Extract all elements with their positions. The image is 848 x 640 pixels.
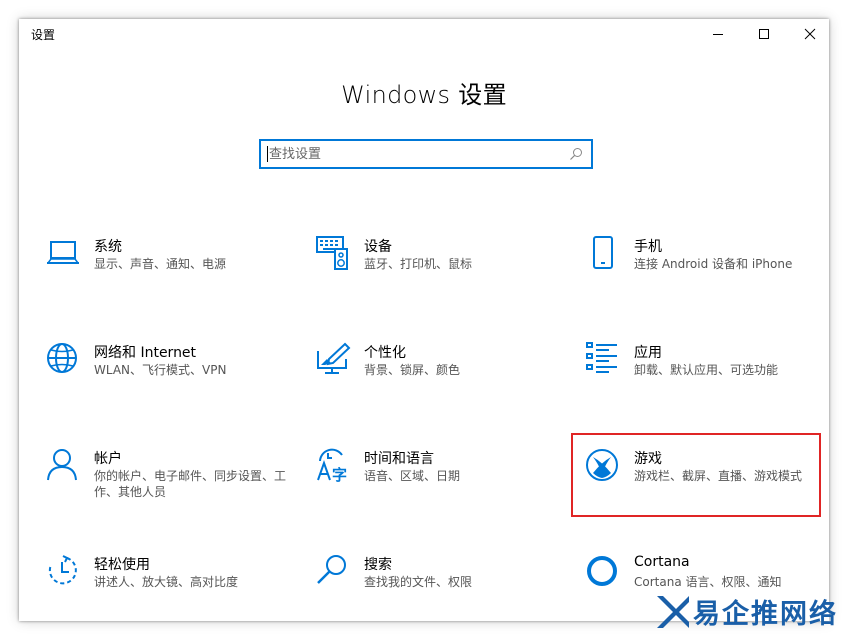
- maximize-button[interactable]: [741, 19, 787, 49]
- search-icon: [317, 555, 346, 584]
- title-bar: 设置: [19, 19, 829, 49]
- tile-title: 轻松使用: [94, 557, 150, 573]
- apps-list-icon: [586, 342, 617, 373]
- window-title: 设置: [31, 28, 56, 42]
- tile-search[interactable]: 搜索 查找我的文件、权限: [315, 553, 575, 621]
- tile-time-language[interactable]: 字 时间和语言 语音、区域、日期: [315, 447, 575, 527]
- person-icon: [47, 449, 77, 481]
- tile-title: 设备: [364, 239, 392, 255]
- tile-description: 连接 Android 设备和 iPhone: [634, 257, 793, 271]
- maximize-icon: [759, 29, 769, 39]
- tile-accounts[interactable]: 帐户 你的帐户、电子邮件、同步设置、工作、其他人员: [45, 447, 305, 527]
- highlight-box: [571, 433, 821, 517]
- tile-description: WLAN、飞行模式、VPN: [94, 363, 227, 377]
- search-input[interactable]: [269, 144, 559, 164]
- close-button[interactable]: [787, 19, 829, 49]
- tile-title: 应用: [634, 345, 662, 361]
- search-box[interactable]: [259, 139, 593, 169]
- tile-network[interactable]: 网络和 Internet WLAN、飞行模式、VPN: [45, 341, 305, 421]
- tile-devices[interactable]: 设备 蓝牙、打印机、鼠标: [315, 235, 575, 315]
- tile-description: 背景、锁屏、颜色: [364, 363, 461, 377]
- tile-apps[interactable]: 应用 卸载、默认应用、可选功能: [585, 341, 829, 421]
- globe-icon: [47, 343, 77, 373]
- tile-title: 帐户: [94, 451, 122, 467]
- text-caret: [267, 146, 268, 162]
- settings-window: 设置 Windows 设置 查找设置 系统 显示、声音、通知、电源 设备 蓝牙、…: [19, 19, 829, 621]
- tile-description: 讲述人、放大镜、高对比度: [94, 575, 239, 589]
- tile-system[interactable]: 系统 显示、声音、通知、电源: [45, 235, 305, 315]
- phone-icon: [593, 236, 613, 269]
- tile-phone[interactable]: 手机 连接 Android 设备和 iPhone: [585, 235, 829, 315]
- tile-title: 个性化: [364, 345, 406, 361]
- watermark: 易企推网络: [655, 590, 845, 636]
- tile-description: 显示、声音、通知、电源: [94, 257, 227, 271]
- tile-title: Cortana: [634, 554, 690, 570]
- tile-title: 时间和语言: [364, 451, 434, 467]
- tile-title: 搜索: [364, 557, 392, 573]
- close-icon: [804, 28, 816, 40]
- tile-description: 蓝牙、打印机、鼠标: [364, 257, 473, 271]
- cortana-icon: [587, 556, 617, 586]
- language-icon: 字: [317, 448, 347, 483]
- paint-brush-icon: [317, 342, 351, 374]
- minimize-icon: [713, 34, 723, 35]
- tile-description: 卸载、默认应用、可选功能: [634, 363, 779, 377]
- keyboard-speaker-icon: [316, 236, 348, 270]
- page-title: Windows 设置: [341, 81, 507, 109]
- watermark-text: 易企推网络: [693, 599, 838, 630]
- tile-description: 语音、区域、日期: [364, 469, 461, 483]
- tile-description: 查找我的文件、权限: [364, 575, 473, 589]
- tile-title: 系统: [94, 239, 122, 255]
- minimize-button[interactable]: [695, 19, 741, 49]
- tile-personalization[interactable]: 个性化 背景、锁屏、颜色: [315, 341, 575, 421]
- tile-description: 你的帐户、电子邮件、同步设置、工作、其他人员: [94, 469, 287, 499]
- laptop-icon: [47, 241, 79, 264]
- magnifier-icon[interactable]: [569, 147, 583, 161]
- ease-of-access-icon: [48, 555, 77, 585]
- tile-title: 网络和 Internet: [94, 345, 197, 361]
- tile-ease-of-access[interactable]: 轻松使用 讲述人、放大镜、高对比度: [45, 553, 305, 621]
- svg-text:字: 字: [332, 466, 347, 483]
- tile-title: 手机: [634, 239, 662, 255]
- tile-description: Cortana 语言、权限、通知: [634, 575, 782, 589]
- watermark-logo-icon: [657, 596, 689, 628]
